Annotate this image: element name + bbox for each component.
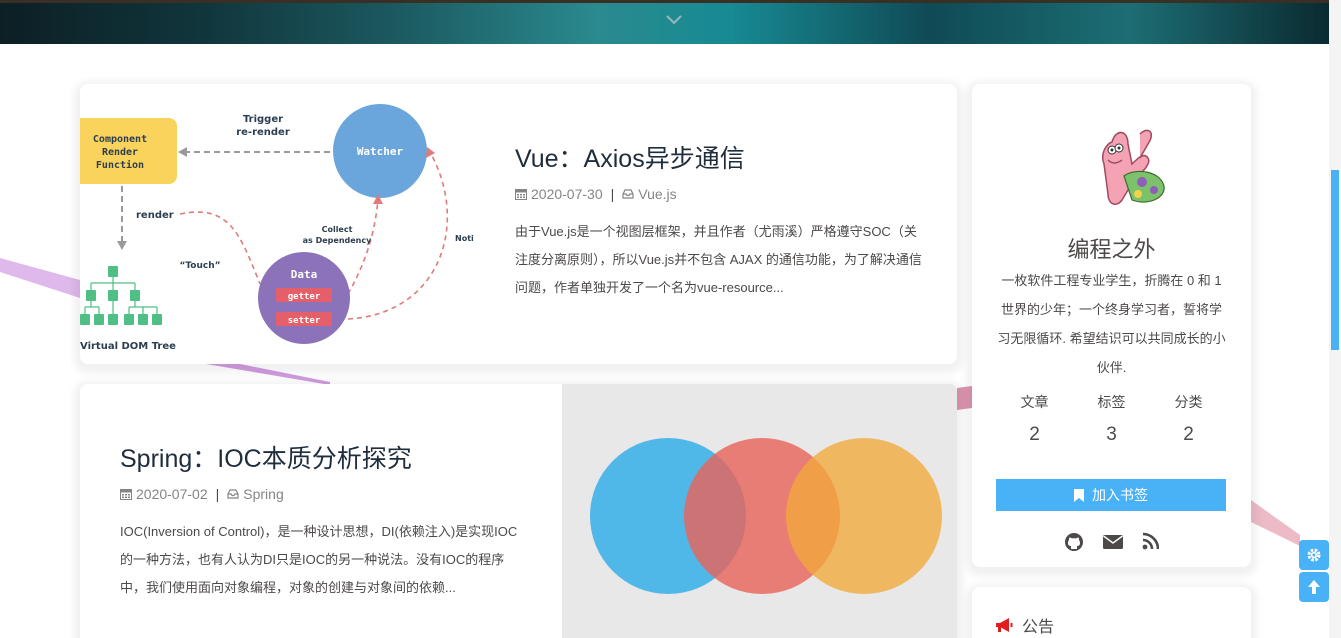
announcement-card: 公告	[972, 587, 1251, 638]
calendar-icon	[120, 489, 132, 500]
gear-icon	[1307, 548, 1321, 562]
announcement-header: 公告	[994, 613, 1054, 637]
notify-label: Noti	[455, 234, 474, 243]
stat-value: 3	[1106, 424, 1117, 445]
collect-label-2: as Dependency	[303, 236, 372, 245]
collect-label-1: Collect	[322, 225, 353, 234]
setter-label: setter	[288, 316, 321, 326]
inbox-icon	[622, 189, 634, 199]
announcement-title: 公告	[1022, 619, 1055, 636]
post-cover-image[interactable]: Component Render Function Trigger re-ren…	[80, 84, 480, 364]
component-label-2: Render	[102, 147, 138, 158]
inbox-icon	[227, 489, 239, 499]
post-info: Vue：Axios异步通信 2020-07-30 | Vue.js 由于Vue.…	[515, 142, 925, 302]
meta-separator: |	[610, 186, 615, 202]
stat-label: 分类	[1174, 394, 1203, 410]
post-title[interactable]: Vue：Axios异步通信	[515, 142, 925, 176]
post-meta: 2020-07-30 | Vue.js	[515, 184, 925, 204]
component-label-3: Function	[96, 159, 144, 171]
trigger-label-1: Trigger	[243, 114, 283, 125]
post-excerpt: 由于Vue.js是一个视图层框架，并且作者（尤雨溪）严格遵守SOC（关注度分离原…	[515, 224, 922, 295]
render-label: render	[136, 210, 174, 221]
post-category[interactable]: Spring	[243, 484, 283, 504]
post-excerpt: IOC(Inversion of Control)，是一种设计思想，DI(依赖注…	[120, 524, 518, 595]
post-date: 2020-07-30	[531, 186, 603, 202]
rss-icon[interactable]	[1140, 532, 1160, 552]
settings-button[interactable]	[1299, 540, 1329, 570]
author-name: 编程之外	[1067, 237, 1156, 262]
stat-value: 2	[1183, 424, 1194, 445]
watcher-label: Watcher	[357, 145, 404, 158]
stat-categories[interactable]: 分类 2	[1150, 392, 1227, 446]
stat-articles[interactable]: 文章 2	[996, 392, 1073, 446]
stat-value: 2	[1029, 424, 1040, 445]
chevron-down-icon[interactable]	[664, 13, 684, 27]
post-category[interactable]: Vue.js	[638, 184, 676, 204]
author-avatar[interactable]	[1082, 124, 1174, 216]
meta-separator: |	[215, 486, 220, 502]
stat-label: 标签	[1097, 394, 1126, 410]
mail-icon[interactable]	[1102, 532, 1123, 552]
social-links	[972, 532, 1251, 552]
trigger-label-2: re-render	[236, 127, 290, 138]
github-icon[interactable]	[1064, 532, 1084, 552]
bookmark-icon	[1074, 488, 1084, 502]
post-card[interactable]: Component Render Function Trigger re-ren…	[80, 84, 957, 364]
bookmark-button[interactable]: 加入书签	[996, 479, 1226, 511]
calendar-icon	[515, 189, 527, 200]
post-card[interactable]: Spring：IOC本质分析探究 2020-07-02 | Spring IOC…	[80, 384, 957, 638]
touch-label: “Touch”	[179, 261, 220, 271]
vdom-label: Virtual DOM Tree	[80, 341, 176, 352]
author-description: 一枚软件工程专业学生，折腾在 0 和 1 世界的少年；一个终身学习者，誓将学习无…	[997, 273, 1226, 375]
getter-label: getter	[288, 292, 321, 302]
stat-tags[interactable]: 标签 3	[1073, 392, 1150, 446]
page-scrollbar[interactable]	[1329, 0, 1341, 638]
megaphone-icon	[996, 618, 1013, 632]
arrow-up-icon	[1308, 580, 1320, 594]
post-meta: 2020-07-02 | Spring	[120, 484, 530, 504]
author-card: 编程之外 一枚软件工程专业学生，折腾在 0 和 1 世界的少年；一个终身学习者，…	[972, 84, 1251, 567]
bookmark-label: 加入书签	[1092, 487, 1148, 503]
author-stats: 文章 2 标签 3 分类 2	[996, 392, 1227, 446]
data-label: Data	[291, 268, 318, 281]
component-label-1: Component	[93, 134, 147, 145]
post-title[interactable]: Spring：IOC本质分析探究	[120, 442, 530, 476]
back-to-top-button[interactable]	[1299, 572, 1329, 602]
post-info: Spring：IOC本质分析探究 2020-07-02 | Spring IOC…	[120, 442, 530, 602]
header-banner	[0, 0, 1329, 44]
post-cover-image[interactable]	[562, 384, 957, 638]
scrollbar-thumb[interactable]	[1331, 170, 1339, 350]
post-date: 2020-07-02	[136, 486, 208, 502]
stat-label: 文章	[1020, 394, 1049, 410]
